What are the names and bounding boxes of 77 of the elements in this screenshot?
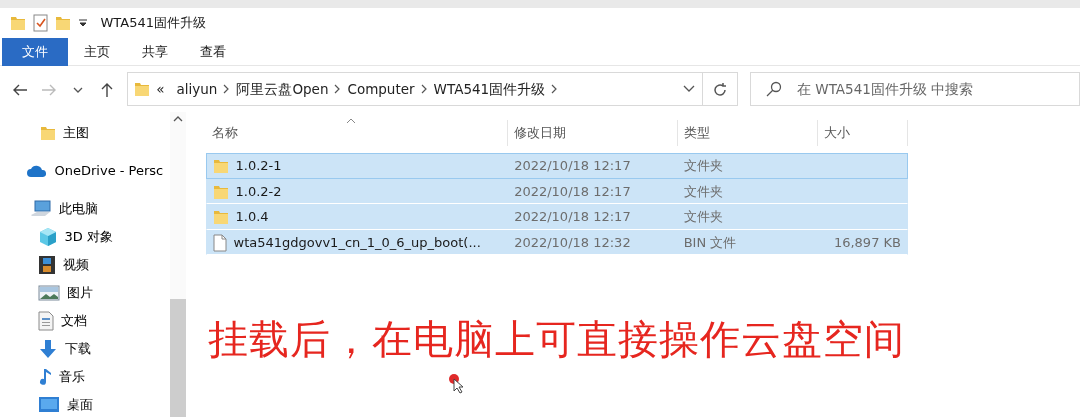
column-header[interactable]: 名称 [212, 120, 238, 146]
ribbon-tab[interactable]: 主页 [68, 38, 126, 66]
sidebar-item[interactable]: 音乐 [0, 362, 170, 391]
column-header[interactable]: 类型 [684, 120, 710, 146]
sort-ascending-icon [346, 118, 356, 124]
sidebar-item[interactable]: 此电脑 [0, 194, 170, 223]
sidebar-item[interactable]: 视频 [0, 250, 170, 279]
image-icon [38, 284, 60, 301]
breadcrumb-item[interactable]: 阿里云盘Open [230, 78, 335, 100]
file-name: 1.0.2-2 [235, 182, 282, 201]
search-field[interactable]: 在 WTA541固件升级 中搜索 [750, 72, 1080, 106]
table-cell: 文件夹 [683, 158, 723, 174]
forward-arrow-icon [40, 82, 57, 97]
chevron-down-icon [73, 85, 83, 94]
table-cell: 文件夹 [683, 183, 723, 199]
music-note-icon [38, 366, 52, 387]
file-row[interactable]: 1.0.2-1 2022/10/18 12:17 文件夹 [206, 153, 908, 179]
chevron-right-icon [420, 84, 428, 94]
table-cell: BIN 文件 [683, 234, 737, 250]
scrollbar[interactable] [170, 112, 186, 417]
down-arrow-icon [38, 338, 58, 359]
properties-icon [32, 14, 49, 32]
table-cell: 2022/10/18 12:17 [514, 209, 631, 225]
folder-icon [55, 15, 71, 31]
folder-icon [10, 15, 26, 31]
sidebar-item[interactable]: 桌面 [0, 390, 170, 417]
table-cell: 文件夹 [683, 209, 723, 225]
address-bar[interactable]: « aliyun 阿里云盘Open Computer WTA541固件升级 [126, 72, 703, 106]
film-icon [38, 254, 56, 275]
document-icon [38, 310, 54, 331]
file-name: 1.0.2-1 [235, 157, 282, 176]
column-header[interactable]: 大小 [824, 120, 850, 146]
table-cell: 2022/10/18 12:17 [514, 183, 631, 199]
sidebar-item[interactable]: OneDrive - Persc [0, 156, 170, 185]
scrollbar-thumb[interactable] [170, 298, 186, 417]
ribbon-tab[interactable]: 文件 [2, 38, 68, 66]
sidebar-item[interactable]: 文档 [0, 306, 170, 335]
dropdown-icon [77, 18, 88, 28]
breadcrumb-item[interactable]: « [150, 78, 171, 100]
file-row[interactable]: 1.0.2-2 2022/10/18 12:17 文件夹 [206, 178, 908, 205]
file-icon [213, 233, 227, 252]
sidebar-item[interactable]: 3D 对象 [0, 222, 170, 251]
window-title: WTA541固件升级 [100, 14, 206, 33]
cube-icon [38, 226, 58, 247]
file-name: wta541gdgovv1_cn_1_0_6_up_boot(... [233, 233, 481, 252]
refresh-icon [711, 81, 728, 98]
chevron-right-icon [334, 84, 342, 94]
caption-text: 挂载后，在电脑上可直接操作云盘空间 [208, 315, 905, 365]
table-cell: 2022/10/18 12:17 [514, 158, 631, 174]
back-arrow-icon [11, 82, 28, 97]
breadcrumb-item[interactable]: Computer [341, 78, 421, 100]
table-cell: 16,897 KB [833, 234, 901, 250]
sidebar-item[interactable]: 主图 [0, 118, 170, 147]
file-row[interactable]: 1.0.4 2022/10/18 12:17 文件夹 [206, 204, 908, 230]
sidebar-item[interactable]: 图片 [0, 278, 170, 307]
cloud-icon [26, 163, 48, 178]
folder-icon [213, 209, 229, 225]
table-cell: 2022/10/18 12:32 [514, 234, 631, 250]
folder-icon [134, 81, 151, 97]
file-row[interactable]: wta541gdgovv1_cn_1_0_6_up_boot(... 2022/10/18 12:32 BIN 文件 16,897 KB [206, 229, 908, 256]
column-header[interactable]: 修改日期 [514, 120, 566, 146]
chevron-down-icon [683, 85, 696, 93]
computer-icon [30, 199, 52, 218]
file-name: 1.0.4 [235, 208, 269, 227]
ribbon-tab[interactable]: 查看 [184, 38, 242, 66]
refresh-button[interactable] [702, 72, 738, 106]
up-arrow-icon [100, 81, 115, 98]
folder-icon [213, 158, 229, 174]
ribbon-tab[interactable]: 共享 [126, 38, 184, 66]
desktop-icon [38, 395, 60, 414]
breadcrumb-item[interactable]: aliyun [170, 78, 224, 100]
breadcrumb-item[interactable]: WTA541固件升级 [427, 78, 552, 100]
chevron-right-icon [551, 84, 559, 94]
folder-icon [213, 183, 229, 200]
chevron-right-icon [223, 84, 231, 94]
sidebar-item[interactable]: 下载 [0, 334, 170, 363]
folder-icon [40, 124, 56, 141]
